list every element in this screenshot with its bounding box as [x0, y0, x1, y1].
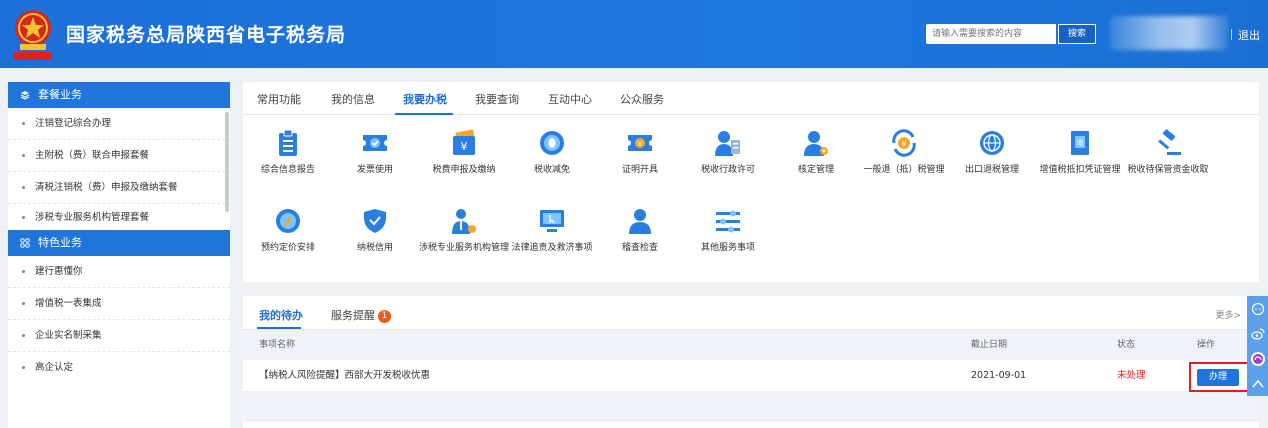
layers-icon [20, 91, 30, 100]
func-declare-pay[interactable]: ¥ 税费申报及缴纳 [419, 128, 509, 176]
column-header-action: 操作 [1197, 340, 1216, 350]
clipboard-icon [279, 129, 297, 156]
shield-check-icon [364, 209, 386, 233]
tab-public-service[interactable]: 公众服务 [620, 91, 664, 107]
func-refund[interactable]: ¥ 一般退（抵）税管理 [859, 128, 949, 176]
svg-text:¥: ¥ [638, 140, 643, 148]
table-row-empty [243, 392, 1259, 422]
chat-icon [1251, 302, 1264, 315]
gavel-icon [1158, 129, 1181, 155]
sidebar-scrollbar[interactable] [225, 112, 229, 212]
globe-icon [980, 131, 1004, 155]
chevron-up-icon [1251, 379, 1264, 387]
sidebar-section-package[interactable]: 套餐业务 [8, 82, 230, 108]
logout-link[interactable]: 退出 [1238, 27, 1260, 43]
agency-icon [452, 209, 476, 234]
func-other-services[interactable]: 其他服务事项 [683, 206, 773, 254]
func-legal-remedy[interactable]: 法律追责及救济事项 [507, 206, 597, 254]
handle-button[interactable]: 办理 [1197, 369, 1239, 386]
sidebar: 套餐业务 注销登记综合办理 主附税（费）联合申报套餐 清税注销税（费）申报及缴纳… [8, 82, 230, 428]
back-to-top-button[interactable] [1247, 371, 1268, 396]
weibo-float-button[interactable] [1247, 321, 1268, 346]
table-header: 事项名称 截止日期 状态 操作 [243, 330, 1259, 360]
column-header-status: 状态 [1117, 340, 1136, 350]
func-certificate[interactable]: ¥ 证明开具 [595, 128, 685, 176]
sliders-icon [716, 210, 740, 233]
reminder-count-badge: 1 [378, 310, 391, 323]
func-agency-mgmt[interactable]: 涉税专业服务机构管理 [419, 206, 509, 254]
func-export-refund[interactable]: 出口退税管理 [947, 128, 1037, 176]
pen-circle-icon [276, 209, 300, 233]
sidebar-item[interactable]: 建行惠懂你 [8, 256, 230, 288]
user-document-icon [715, 131, 740, 156]
service-float-button[interactable] [1247, 346, 1268, 371]
func-assessment[interactable]: 核定管理 [771, 128, 861, 176]
todo-panel: 我的待办 服务提醒 1 更多> 事项名称 截止日期 状态 操作 【纳税人风险提醒】… [243, 296, 1259, 428]
main-tabs: 常用功能 我的信息 我要办税 我要查询 互动中心 公众服务 [243, 82, 1259, 115]
func-pricing[interactable]: 预约定价安排 [243, 206, 333, 254]
active-tab-indicator [395, 113, 453, 115]
active-tab-indicator [257, 327, 301, 329]
sidebar-section-title: 套餐业务 [38, 88, 82, 101]
wallet-yuan-icon: ¥ [453, 129, 475, 155]
func-invoice[interactable]: 发票使用 [330, 128, 420, 176]
tab-my-todo[interactable]: 我的待办 [259, 307, 303, 323]
tab-interaction[interactable]: 互动中心 [548, 91, 592, 107]
column-header-deadline: 截止日期 [971, 340, 1008, 350]
tab-tax-handling[interactable]: 我要办税 [403, 91, 447, 107]
sidebar-item[interactable]: 企业实名制采集 [8, 320, 230, 352]
func-vat-voucher[interactable]: 增 增值税抵扣凭证管理 [1035, 128, 1125, 176]
sidebar-item[interactable]: 注销登记综合办理 [8, 108, 230, 140]
func-tax-credit[interactable]: 纳税信用 [330, 206, 420, 254]
chat-float-button[interactable] [1247, 296, 1268, 321]
func-info-report[interactable]: 综合信息报告 [243, 128, 333, 176]
refund-icon: ¥ [892, 129, 916, 157]
certificate-icon: ¥ [628, 135, 652, 151]
more-link[interactable]: 更多> [1215, 308, 1241, 321]
top-header: 国家税务总局陕西省电子税务局 搜索 退出 [0, 0, 1268, 68]
func-tax-relief[interactable]: 税收减免 [507, 128, 597, 176]
headset-icon [1250, 351, 1265, 366]
ticket-icon [363, 135, 387, 151]
svg-text:¥: ¥ [461, 140, 468, 153]
coin-icon [540, 131, 564, 155]
todo-item-deadline: 2021-09-01 [971, 370, 1027, 381]
svg-text:增: 增 [1077, 138, 1084, 147]
weibo-icon [1250, 327, 1265, 340]
func-custody-funds[interactable]: 税收待保管资金收取 [1123, 128, 1213, 176]
func-inspection[interactable]: 稽查检查 [595, 206, 685, 254]
sidebar-item[interactable]: 增值税一表集成 [8, 288, 230, 320]
table-row: 【纳税人风险提醒】西部大开发税收优惠 2021-09-01 未处理 [243, 360, 1259, 392]
tab-query[interactable]: 我要查询 [475, 91, 519, 107]
search-input[interactable] [926, 24, 1056, 44]
todo-item-status: 未处理 [1117, 370, 1146, 381]
svg-text:¥: ¥ [901, 140, 906, 149]
tax-emblem-logo [14, 10, 52, 60]
column-header-name: 事项名称 [259, 340, 296, 350]
user-gear-icon [804, 131, 828, 156]
todo-tabs: 我的待办 服务提醒 1 更多> [243, 296, 1259, 330]
floating-toolbar [1247, 296, 1268, 396]
sidebar-item[interactable]: 高企认定 [8, 352, 230, 384]
tab-common[interactable]: 常用功能 [257, 91, 301, 107]
inspector-icon [629, 209, 651, 234]
tab-service-reminder[interactable]: 服务提醒 1 [331, 307, 391, 323]
sidebar-item[interactable]: 涉税专业服务机构管理套餐 [8, 204, 230, 230]
function-panel: 常用功能 我的信息 我要办税 我要查询 互动中心 公众服务 综合信息报告 发票使… [243, 82, 1259, 282]
sidebar-item[interactable]: 清税注销税（费）申报及缴纳套餐 [8, 172, 230, 204]
sidebar-item[interactable]: 主附税（费）联合申报套餐 [8, 140, 230, 172]
sidebar-section-featured[interactable]: 特色业务 [8, 230, 230, 256]
user-info-redacted [1110, 16, 1228, 50]
search-button[interactable]: 搜索 [1058, 24, 1096, 44]
sidebar-section-title: 特色业务 [38, 236, 82, 249]
header-divider [1231, 29, 1232, 40]
vat-voucher-icon: 增 [1071, 131, 1089, 155]
monitor-icon [540, 210, 564, 232]
todo-item-name: 【纳税人风险提醒】西部大开发税收优惠 [259, 370, 431, 381]
grid-icon [20, 238, 30, 248]
tab-my-info[interactable]: 我的信息 [331, 91, 375, 107]
func-admin-license[interactable]: 税收行政许可 [683, 128, 773, 176]
site-title: 国家税务总局陕西省电子税务局 [66, 24, 347, 46]
